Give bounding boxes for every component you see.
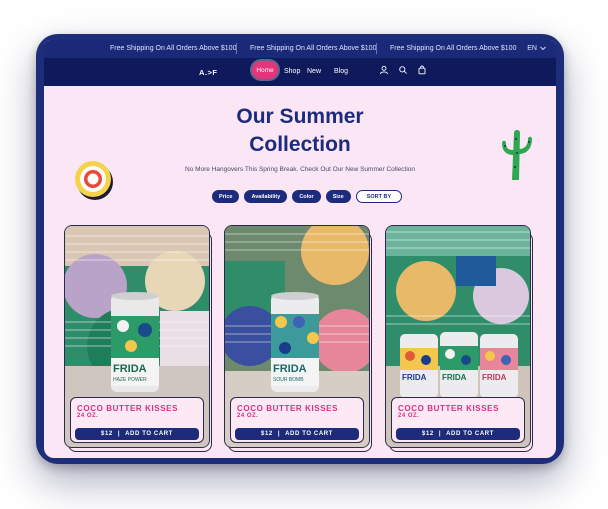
product-price: $12 xyxy=(101,431,113,437)
nav-link-new[interactable]: New xyxy=(307,68,321,75)
page-title-line1: Our Summer xyxy=(236,105,364,128)
add-to-cart-button[interactable]: $12 | ADD TO CART xyxy=(235,428,359,440)
product-size: 24 OZ. xyxy=(77,413,99,419)
announcement-bar: Free Shipping On All Orders Above $100 F… xyxy=(44,40,556,58)
decorative-ring-icon xyxy=(75,161,113,200)
product-price: $12 xyxy=(422,431,434,437)
add-to-cart-button[interactable]: $12 | ADD TO CART xyxy=(396,428,520,440)
page-title: Our Summer Collection xyxy=(44,103,556,159)
add-to-cart-button[interactable]: $12 | ADD TO CART xyxy=(75,428,199,440)
announcement-message: Free Shipping On All Orders Above $100 xyxy=(390,45,517,52)
brand-logo[interactable]: A.>F xyxy=(199,68,217,77)
price-separator: | xyxy=(277,431,281,437)
product-card[interactable]: FRIDA HAZE POWER COCO BUTTER KISSES 24 O… xyxy=(64,225,212,452)
product-name[interactable]: COCO BUTTER KISSES xyxy=(77,404,178,413)
can-label: FRIDA xyxy=(402,373,427,382)
product-info: COCO BUTTER KISSES 24 OZ. $12 | ADD TO C… xyxy=(391,397,525,443)
main-navbar: A.>F Home Shop New Blog xyxy=(44,58,556,86)
announcement-message: Free Shipping On All Orders Above $100 xyxy=(110,45,237,52)
chevron-down-icon xyxy=(540,46,546,51)
product-info: COCO BUTTER KISSES 24 OZ. $12 | ADD TO C… xyxy=(230,397,364,443)
product-card-body: FRIDA HAZE POWER COCO BUTTER KISSES 24 O… xyxy=(64,225,210,448)
product-price: $12 xyxy=(261,431,273,437)
add-to-cart-label: ADD TO CART xyxy=(125,431,173,437)
product-info: COCO BUTTER KISSES 24 OZ. $12 | ADD TO C… xyxy=(70,397,204,443)
browser-screen: Free Shipping On All Orders Above $100 F… xyxy=(44,40,556,458)
nav-home-button[interactable]: Home xyxy=(252,61,278,79)
product-size: 24 OZ. xyxy=(398,413,420,419)
bag-icon[interactable] xyxy=(417,65,427,75)
filter-bar: Price Availability Color Size SORT BY xyxy=(212,190,403,203)
language-selector[interactable]: EN xyxy=(527,45,546,52)
page-subtitle: No More Hangovers This Spring Break. Che… xyxy=(185,166,415,173)
filter-availability[interactable]: Availability xyxy=(244,190,288,203)
sort-by-button[interactable]: SORT BY xyxy=(355,190,403,203)
announcement-message: Free Shipping On All Orders Above $100 xyxy=(250,45,377,52)
svg-text:FRIDA: FRIDA xyxy=(482,373,507,382)
user-icon[interactable] xyxy=(379,65,389,75)
product-size: 24 OZ. xyxy=(237,413,259,419)
can-label: FRIDA xyxy=(113,363,147,375)
svg-text:FRIDA: FRIDA xyxy=(442,373,467,382)
product-card-body: FRIDA FRIDA FRIDA COCO BUTTER KISSES 24 … xyxy=(385,225,531,448)
product-name[interactable]: COCO BUTTER KISSES xyxy=(398,404,499,413)
filter-size[interactable]: Size xyxy=(325,190,351,203)
nav-link-blog[interactable]: Blog xyxy=(334,68,348,75)
price-separator: | xyxy=(438,431,442,437)
product-name[interactable]: COCO BUTTER KISSES xyxy=(237,404,338,413)
can-sublabel: SOUR BOMB xyxy=(273,377,304,383)
can-sublabel: HAZE POWER xyxy=(113,377,147,383)
device-frame: Free Shipping On All Orders Above $100 F… xyxy=(36,34,564,464)
nav-link-shop[interactable]: Shop xyxy=(284,68,300,75)
divider xyxy=(376,43,377,54)
product-card-body: FRIDA SOUR BOMB COCO BUTTER KISSES 24 OZ… xyxy=(224,225,370,448)
page-title-line2: Collection xyxy=(249,133,351,156)
filter-color[interactable]: Color xyxy=(292,190,321,203)
can-label: FRIDA xyxy=(273,363,307,375)
language-label: EN xyxy=(527,45,537,52)
product-card[interactable]: FRIDA SOUR BOMB COCO BUTTER KISSES 24 OZ… xyxy=(224,225,372,452)
divider xyxy=(236,43,237,54)
product-card[interactable]: FRIDA FRIDA FRIDA COCO BUTTER KISSES 24 … xyxy=(385,225,533,452)
add-to-cart-label: ADD TO CART xyxy=(446,431,494,437)
add-to-cart-label: ADD TO CART xyxy=(285,431,333,437)
search-icon[interactable] xyxy=(398,65,408,75)
price-separator: | xyxy=(117,431,121,437)
filter-price[interactable]: Price xyxy=(212,190,240,203)
